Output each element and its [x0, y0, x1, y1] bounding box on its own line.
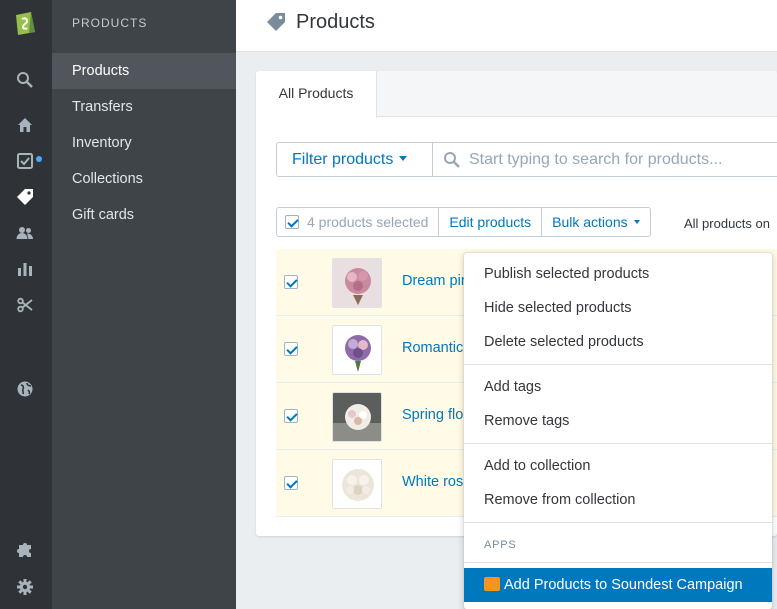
- all-products-on-text: All products on: [684, 216, 770, 231]
- discounts-icon[interactable]: [14, 294, 36, 316]
- settings-icon[interactable]: [14, 576, 36, 598]
- bulk-actions-label: Bulk actions: [552, 214, 628, 230]
- subnav-item-products[interactable]: Products: [52, 53, 236, 89]
- selected-count-checkbox[interactable]: 4 products selected: [276, 207, 440, 237]
- menu-item-remove-from-collection[interactable]: Remove from collection: [464, 483, 772, 517]
- products-tag-icon[interactable]: [14, 186, 36, 208]
- product-link[interactable]: Spring flo: [402, 407, 463, 423]
- menu-divider: [464, 364, 772, 365]
- selected-count-label: 4 products selected: [307, 214, 429, 230]
- soundest-app-icon: [484, 577, 500, 591]
- search-box[interactable]: [432, 142, 777, 177]
- home-icon[interactable]: [14, 114, 36, 136]
- menu-item-add-to-collection[interactable]: Add to collection: [464, 449, 772, 483]
- page-title: Products: [296, 11, 375, 33]
- checkbox-checked-icon: [285, 215, 299, 229]
- menu-divider: [464, 562, 772, 563]
- tag-icon: [267, 13, 285, 31]
- menu-divider: [464, 443, 772, 444]
- filter-products-label: Filter products: [292, 151, 394, 168]
- reports-icon[interactable]: [14, 258, 36, 280]
- tab-all-products[interactable]: All Products: [256, 71, 377, 118]
- menu-item-delete-selected[interactable]: Delete selected products: [464, 325, 772, 359]
- product-thumbnail[interactable]: [332, 325, 382, 375]
- bulk-action-bar: 4 products selected Edit products Bulk a…: [276, 207, 651, 237]
- search-input[interactable]: [469, 149, 769, 171]
- caret-down-icon: [633, 220, 640, 224]
- menu-item-add-tags[interactable]: Add tags: [464, 370, 772, 404]
- edit-products-button[interactable]: Edit products: [438, 207, 543, 237]
- row-checkbox[interactable]: [284, 342, 298, 356]
- search-icon[interactable]: [14, 69, 36, 91]
- products-subnav: PRODUCTS Products Transfers Inventory Co…: [52, 0, 236, 609]
- orders-icon[interactable]: [14, 150, 36, 172]
- row-checkbox[interactable]: [284, 275, 298, 289]
- subnav-section-title: PRODUCTS: [72, 16, 148, 30]
- menu-item-add-to-soundest-campaign[interactable]: Add Products to Soundest Campaign: [464, 568, 772, 602]
- subnav-item-transfers[interactable]: Transfers: [52, 89, 236, 125]
- subnav-item-inventory[interactable]: Inventory: [52, 125, 236, 161]
- product-thumbnail[interactable]: [332, 392, 382, 442]
- menu-apps-header: APPS: [484, 539, 517, 551]
- icon-rail: [0, 0, 52, 609]
- apps-icon[interactable]: [14, 540, 36, 562]
- product-thumbnail[interactable]: [332, 258, 382, 308]
- tabs-bar: All Products: [256, 71, 777, 118]
- product-thumbnail[interactable]: [332, 459, 382, 509]
- online-store-icon[interactable]: [14, 378, 36, 400]
- product-link[interactable]: Romantic: [402, 340, 463, 356]
- row-checkbox[interactable]: [284, 409, 298, 423]
- subnav-item-gift-cards[interactable]: Gift cards: [52, 197, 236, 233]
- shopify-logo-icon[interactable]: [12, 8, 38, 36]
- bulk-actions-menu: Publish selected products Hide selected …: [464, 253, 772, 609]
- page-header: Products: [236, 0, 777, 52]
- filter-products-button[interactable]: Filter products: [276, 142, 433, 177]
- row-checkbox[interactable]: [284, 476, 298, 490]
- customers-icon[interactable]: [14, 222, 36, 244]
- notification-dot: [36, 156, 42, 162]
- menu-item-publish-selected[interactable]: Publish selected products: [464, 257, 772, 291]
- menu-item-remove-tags[interactable]: Remove tags: [464, 404, 772, 438]
- subnav-item-collections[interactable]: Collections: [52, 161, 236, 197]
- caret-down-icon: [399, 156, 408, 161]
- menu-divider: [464, 522, 772, 523]
- menu-item-app-label: Add Products to Soundest Campaign: [504, 577, 743, 593]
- bulk-actions-button[interactable]: Bulk actions: [541, 207, 651, 237]
- menu-item-hide-selected[interactable]: Hide selected products: [464, 291, 772, 325]
- search-icon: [444, 152, 460, 168]
- product-link[interactable]: White ros: [402, 474, 463, 490]
